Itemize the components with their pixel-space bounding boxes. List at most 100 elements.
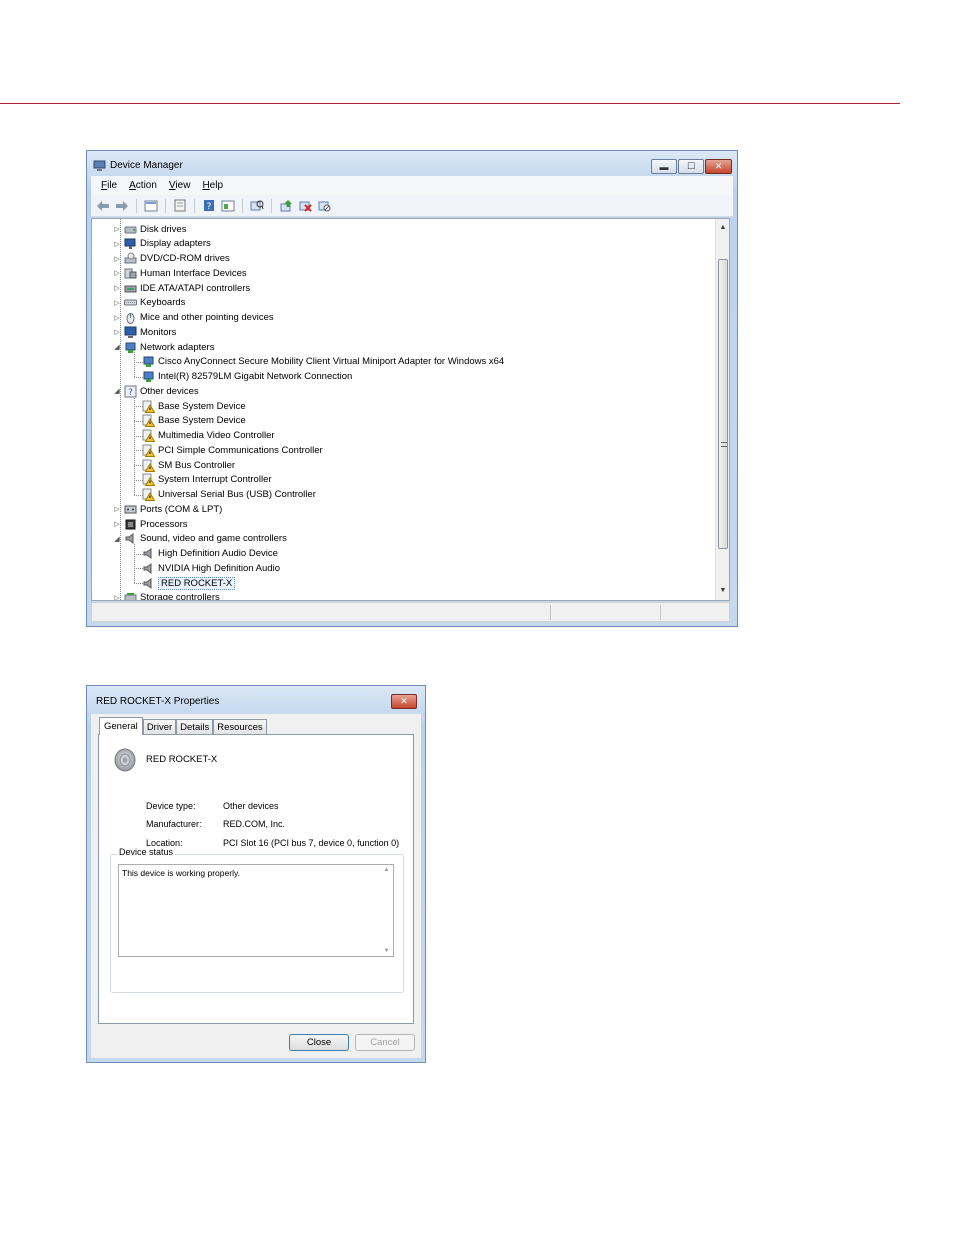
display-adapter-icon — [124, 237, 137, 250]
svg-text:?: ? — [128, 388, 133, 398]
tree-device[interactable]: NVIDIA High Definition Audio — [142, 561, 280, 575]
close-button[interactable]: Close — [289, 1034, 349, 1051]
status-scroll-up-icon[interactable]: ▲ — [380, 867, 393, 873]
expand-arrow-icon[interactable]: ▷ — [113, 269, 121, 277]
resources-view-icon[interactable] — [221, 199, 235, 213]
device-status-textbox[interactable]: This device is working properly. ▲ ▼ — [118, 864, 394, 957]
tree-category[interactable]: ▷ Ports (COM & LPT) — [113, 502, 222, 516]
expand-arrow-icon[interactable]: ▷ — [113, 505, 121, 513]
scroll-down-arrow-icon[interactable]: ▼ — [716, 584, 729, 598]
status-scroll-down-icon[interactable]: ▼ — [380, 948, 393, 954]
collapse-arrow-icon[interactable]: ◢ — [113, 535, 121, 543]
close-window-button[interactable]: ✕ — [705, 159, 732, 174]
properties-view-icon[interactable] — [144, 199, 158, 213]
menu-file[interactable]: File — [101, 180, 117, 191]
tree-item-label: Universal Serial Bus (USB) Controller — [158, 489, 316, 500]
update-driver-icon[interactable] — [279, 199, 293, 213]
forward-icon[interactable] — [115, 199, 129, 213]
collapse-arrow-icon[interactable]: ◢ — [113, 343, 121, 351]
status-bar — [91, 602, 730, 622]
maximize-button[interactable]: ☐ — [678, 159, 704, 174]
help-icon[interactable]: ? — [202, 199, 216, 213]
status-scrollbar[interactable]: ▲ ▼ — [380, 865, 393, 956]
mouse-icon — [124, 311, 137, 324]
menu-action[interactable]: Action — [129, 180, 157, 191]
tab-details[interactable]: Details — [176, 719, 214, 735]
tree-category[interactable]: ▷ IDE ATA/ATAPI controllers — [113, 281, 250, 295]
expand-arrow-icon[interactable]: ▷ — [113, 299, 121, 307]
scan-hardware-icon[interactable] — [250, 199, 264, 213]
tab-driver[interactable]: Driver — [142, 719, 177, 735]
location-value: PCI Slot 16 (PCI bus 7, device 0, functi… — [223, 838, 400, 848]
tab-general[interactable]: General — [99, 717, 143, 735]
tree-device[interactable]: Universal Serial Bus (USB) Controller — [142, 488, 316, 502]
page-header-rule — [0, 103, 900, 104]
show-hidden-icon[interactable] — [173, 199, 187, 213]
toolbar-separator — [242, 198, 243, 213]
tree-category[interactable]: ▷ DVD/CD-ROM drives — [113, 252, 230, 266]
hid-icon — [124, 267, 137, 280]
tab-resources[interactable]: Resources — [213, 719, 267, 735]
toolbar-separator — [271, 198, 272, 213]
tree-item-label: IDE ATA/ATAPI controllers — [140, 282, 251, 294]
tree-item-label: System Interrupt Controller — [158, 474, 272, 486]
disable-icon[interactable] — [317, 199, 331, 213]
manufacturer-value: RED.COM, Inc. — [223, 819, 286, 829]
tree-device[interactable]: SM Bus Controller — [142, 458, 235, 472]
tree-category[interactable]: ▷ Monitors — [113, 325, 176, 339]
tree-category[interactable]: ◢ Network adapters — [113, 340, 214, 354]
menu-help[interactable]: Help — [202, 180, 223, 191]
tree-category[interactable]: ▷ Keyboards — [113, 296, 185, 310]
tree-category[interactable]: ▷ Processors — [113, 517, 187, 531]
collapse-arrow-icon[interactable]: ◢ — [113, 387, 121, 395]
toolbar: ? — [91, 195, 733, 217]
tree-device[interactable]: Intel(R) 82579LM Gigabit Network Connect… — [142, 370, 352, 384]
expand-arrow-icon[interactable]: ▷ — [113, 520, 121, 528]
device-manager-titlebar: Device Manager — [93, 159, 183, 172]
expand-arrow-icon[interactable]: ▷ — [113, 255, 121, 263]
tree-category[interactable]: ▷ Human Interface Devices — [113, 266, 246, 280]
expand-arrow-icon[interactable]: ▷ — [113, 240, 121, 248]
tree-device[interactable]: Base System Device — [142, 399, 246, 413]
device-tree[interactable]: ▷ Disk drives ▷ Display adapters ▷ DVD/CD-ROM… — [91, 218, 730, 601]
expand-arrow-icon[interactable]: ▷ — [113, 314, 121, 322]
tree-device[interactable]: PCI Simple Communications Controller — [142, 443, 323, 457]
menu-view[interactable]: View — [169, 180, 191, 191]
tree-category[interactable]: ▷ Disk drives — [113, 222, 186, 236]
tree-device[interactable]: System Interrupt Controller — [142, 473, 272, 487]
tree-device[interactable]: Base System Device — [142, 414, 246, 428]
tree-category[interactable]: ◢? Other devices — [113, 384, 199, 398]
tree-category[interactable]: ▷ Display adapters — [113, 237, 211, 251]
tree-device[interactable]: High Definition Audio Device — [142, 547, 278, 561]
tree-device[interactable]: RED ROCKET-X — [142, 576, 236, 590]
expand-arrow-icon[interactable]: ▷ — [113, 225, 121, 233]
processor-icon — [124, 518, 137, 531]
port-icon — [124, 503, 137, 516]
network-adapter-icon — [124, 341, 137, 354]
scroll-up-arrow-icon[interactable]: ▲ — [716, 221, 729, 235]
speaker-icon — [142, 547, 155, 560]
tree-vertical-scrollbar[interactable]: ▲ ▼ — [715, 219, 729, 600]
unknown-device-icon: ? — [124, 385, 137, 398]
device-status-text: This device is working properly. — [122, 868, 240, 878]
expand-arrow-icon[interactable]: ▷ — [113, 284, 121, 292]
expand-arrow-icon[interactable]: ▷ — [113, 594, 121, 600]
tree-category[interactable]: ◢ Sound, video and game controllers — [113, 532, 287, 546]
tree-item-label: Keyboards — [140, 297, 186, 309]
scrollbar-thumb[interactable] — [718, 259, 728, 549]
warning-device-icon — [142, 429, 156, 442]
minimize-button[interactable]: ▬ — [651, 159, 677, 174]
tree-connector — [134, 543, 135, 583]
menu-accelerator: H — [202, 180, 210, 191]
tree-device[interactable]: Cisco AnyConnect Secure Mobility Client … — [142, 355, 504, 369]
expand-arrow-icon[interactable]: ▷ — [113, 328, 121, 336]
tree-category[interactable]: ▷ Storage controllers — [113, 591, 220, 601]
tree-device[interactable]: Multimedia Video Controller — [142, 429, 275, 443]
uninstall-icon[interactable] — [298, 199, 312, 213]
cancel-button[interactable]: Cancel — [355, 1034, 415, 1051]
tree-category[interactable]: ▷ Mice and other pointing devices — [113, 311, 274, 325]
dialog-close-button[interactable]: ✕ — [391, 694, 417, 709]
back-icon[interactable] — [96, 199, 110, 213]
tree-item-label: Storage controllers — [140, 592, 220, 601]
device-type-value: Other devices — [223, 801, 279, 811]
